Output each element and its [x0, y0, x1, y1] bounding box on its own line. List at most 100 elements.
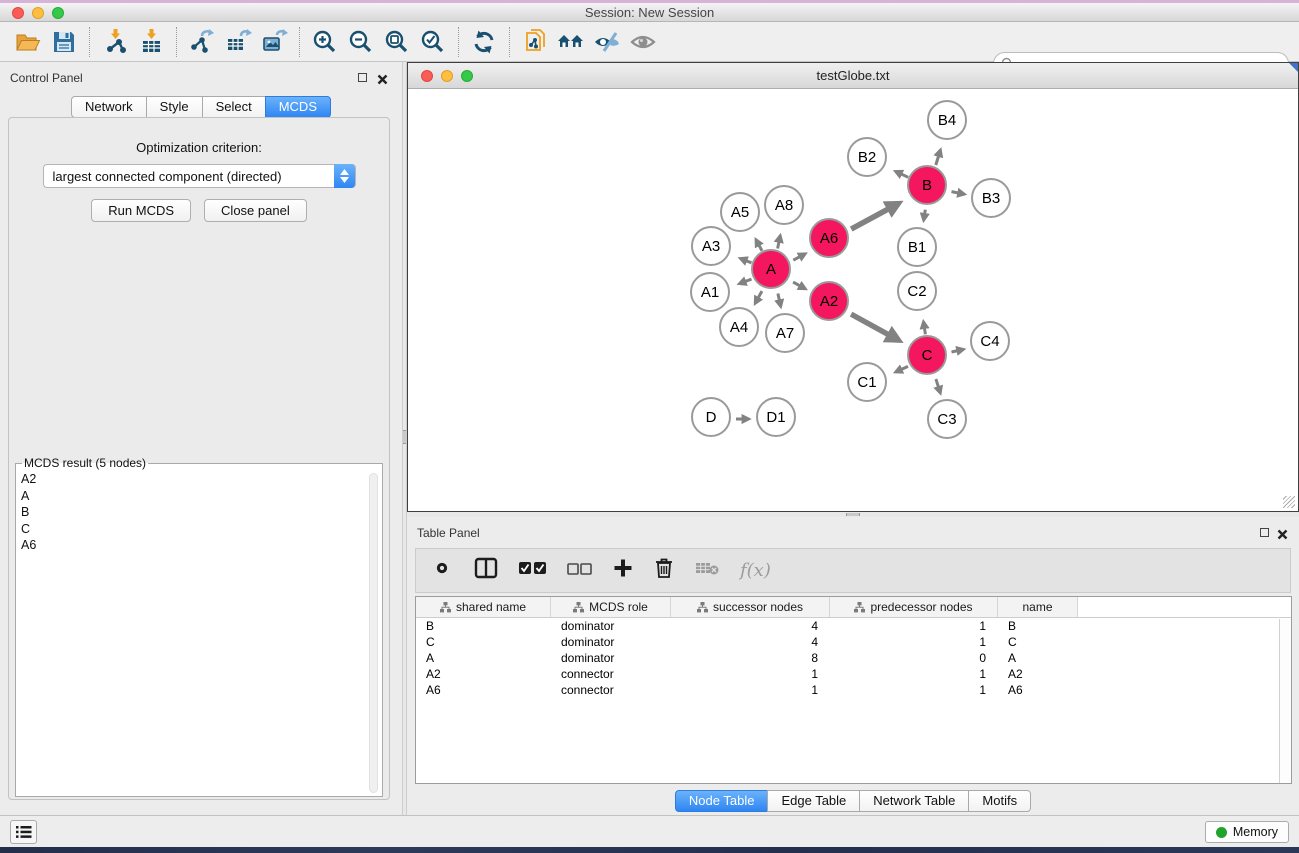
- float-panel-icon[interactable]: [1260, 528, 1269, 537]
- graph-node-A5[interactable]: A5: [720, 192, 760, 232]
- main-toolbar: [0, 22, 1299, 62]
- table-row[interactable]: Bdominator41B: [416, 618, 1291, 634]
- add-column-icon[interactable]: [613, 558, 633, 583]
- graph-node-A[interactable]: A: [751, 249, 791, 289]
- graph-node-C3[interactable]: C3: [927, 399, 967, 439]
- criterion-dropdown[interactable]: largest connected component (directed): [43, 164, 356, 188]
- delete-icon[interactable]: [654, 557, 674, 584]
- open-file-icon[interactable]: [10, 25, 46, 59]
- tab-mcds[interactable]: MCDS: [265, 96, 331, 118]
- run-mcds-button[interactable]: Run MCDS: [91, 199, 191, 222]
- graph-node-A7[interactable]: A7: [765, 313, 805, 353]
- table-cell: B: [416, 618, 551, 634]
- table-scrollbar[interactable]: [1279, 619, 1291, 783]
- graph-node-C2[interactable]: C2: [897, 271, 937, 311]
- close-panel-button[interactable]: Close panel: [204, 199, 307, 222]
- close-panel-icon[interactable]: [377, 72, 388, 90]
- export-image-icon[interactable]: [256, 25, 292, 59]
- toolbar-separator: [509, 27, 510, 57]
- tab-motifs[interactable]: Motifs: [968, 790, 1031, 812]
- gear-icon[interactable]: [431, 557, 453, 584]
- duplicate-network-icon[interactable]: [517, 25, 553, 59]
- column-sort-icon: [440, 602, 451, 613]
- mcds-result-title: MCDS result (5 nodes): [22, 456, 148, 470]
- corner-marker-icon: [1289, 63, 1298, 72]
- list-icon: [16, 825, 32, 839]
- graph-node-B2[interactable]: B2: [847, 137, 887, 177]
- graph-node-B4[interactable]: B4: [927, 100, 967, 140]
- graph-node-C[interactable]: C: [907, 335, 947, 375]
- toolbar-separator: [458, 27, 459, 57]
- splitter-grip: [403, 430, 406, 444]
- graph-node-A4[interactable]: A4: [719, 307, 759, 347]
- refresh-icon[interactable]: [466, 25, 502, 59]
- graph-node-B3[interactable]: B3: [971, 178, 1011, 218]
- graph-node-C4[interactable]: C4: [970, 321, 1010, 361]
- tab-style[interactable]: Style: [146, 96, 203, 118]
- table-cell: 8: [671, 650, 830, 666]
- zoom-selected-icon[interactable]: [415, 25, 451, 59]
- graph-node-A2[interactable]: A2: [809, 281, 849, 321]
- result-item[interactable]: A2: [18, 471, 366, 488]
- graph-node-A6[interactable]: A6: [809, 218, 849, 258]
- resize-grip-icon[interactable]: [1283, 496, 1295, 508]
- column-sort-icon: [573, 602, 584, 613]
- control-panel-title: Control Panel: [10, 71, 83, 85]
- table-row[interactable]: A6connector11A6: [416, 682, 1291, 698]
- export-table-icon[interactable]: [220, 25, 256, 59]
- result-scrollbar[interactable]: [369, 473, 378, 793]
- first-neighbors-icon[interactable]: [553, 25, 589, 59]
- column-header-MCDS-role[interactable]: MCDS role: [551, 597, 671, 617]
- zoom-out-icon[interactable]: [343, 25, 379, 59]
- import-table-icon[interactable]: [133, 25, 169, 59]
- column-header-name[interactable]: name: [998, 597, 1078, 617]
- result-item[interactable]: A6: [18, 537, 366, 554]
- network-window-title: testGlobe.txt: [408, 68, 1298, 83]
- network-window-titlebar[interactable]: testGlobe.txt: [408, 63, 1298, 89]
- deselect-all-icon[interactable]: [567, 562, 592, 580]
- column-header-predecessor-nodes[interactable]: predecessor nodes: [830, 597, 998, 617]
- column-pane-icon[interactable]: [474, 557, 498, 584]
- result-item[interactable]: B: [18, 504, 366, 521]
- graph-node-A8[interactable]: A8: [764, 185, 804, 225]
- delete-table-icon[interactable]: [695, 560, 719, 581]
- graph-node-B[interactable]: B: [907, 165, 947, 205]
- table-row[interactable]: A2connector11A2: [416, 666, 1291, 682]
- memory-button[interactable]: Memory: [1205, 821, 1289, 843]
- graph-node-B1[interactable]: B1: [897, 227, 937, 267]
- table-cell: A: [998, 650, 1078, 666]
- table-cell: 1: [830, 634, 998, 650]
- close-panel-icon[interactable]: [1277, 527, 1288, 545]
- result-item[interactable]: C: [18, 521, 366, 538]
- select-all-icon[interactable]: [519, 561, 546, 580]
- import-network-icon[interactable]: [97, 25, 133, 59]
- hide-selected-icon[interactable]: [589, 25, 625, 59]
- table-row[interactable]: Adominator80A: [416, 650, 1291, 666]
- graph-node-D[interactable]: D: [691, 397, 731, 437]
- tab-node-table[interactable]: Node Table: [675, 790, 769, 812]
- save-session-icon[interactable]: [46, 25, 82, 59]
- table-row[interactable]: Cdominator41C: [416, 634, 1291, 650]
- result-item[interactable]: A: [18, 488, 366, 505]
- column-header-shared-name[interactable]: shared name: [416, 597, 551, 617]
- task-history-button[interactable]: [10, 820, 37, 844]
- node-table: shared nameMCDS rolesuccessor nodesprede…: [415, 596, 1292, 784]
- network-canvas[interactable]: B4 B2 B B3 A5A8A6 A3 B1 A A1 C2 A2 A4A7 C4 C C1 C3 D D1: [409, 90, 1297, 510]
- float-panel-icon[interactable]: [358, 73, 367, 82]
- export-network-icon[interactable]: [184, 25, 220, 59]
- graph-node-A3[interactable]: A3: [691, 226, 731, 266]
- table-cell: A: [416, 650, 551, 666]
- function-builder-icon[interactable]: f(x): [740, 560, 771, 581]
- tab-select[interactable]: Select: [202, 96, 266, 118]
- show-all-icon[interactable]: [625, 25, 661, 59]
- tab-edge-table[interactable]: Edge Table: [767, 790, 860, 812]
- tab-network-table[interactable]: Network Table: [859, 790, 969, 812]
- memory-label: Memory: [1233, 825, 1278, 839]
- graph-node-C1[interactable]: C1: [847, 362, 887, 402]
- column-header-successor-nodes[interactable]: successor nodes: [671, 597, 830, 617]
- tab-network[interactable]: Network: [71, 96, 147, 118]
- zoom-in-icon[interactable]: [307, 25, 343, 59]
- graph-node-D1[interactable]: D1: [756, 397, 796, 437]
- graph-node-A1[interactable]: A1: [690, 272, 730, 312]
- zoom-fit-icon[interactable]: [379, 25, 415, 59]
